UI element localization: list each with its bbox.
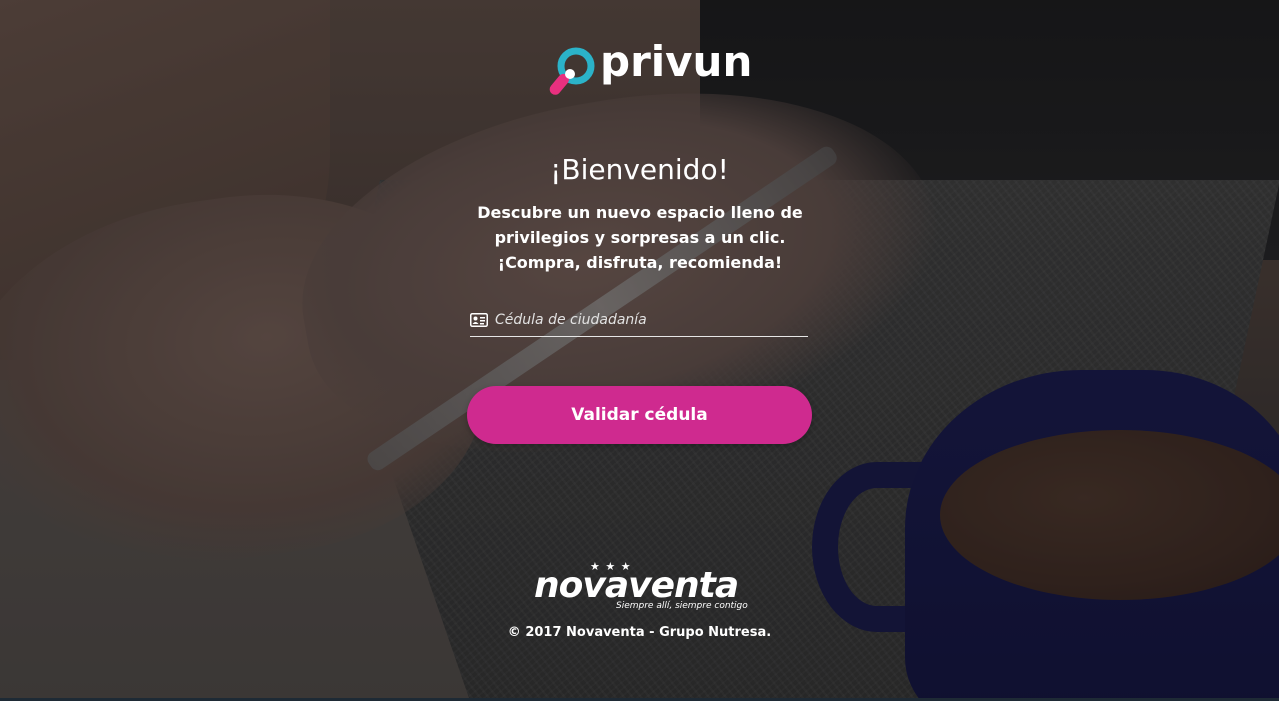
brand-name: privun <box>600 37 753 86</box>
novaventa-tagline: Siempre allí, siempre contigo <box>616 601 748 611</box>
welcome-line: Descubre un nuevo espacio lleno de <box>477 203 803 222</box>
id-number-input[interactable] <box>495 306 805 334</box>
privun-logo: privun <box>548 37 752 96</box>
validate-id-button[interactable]: Validar cédula <box>467 386 812 444</box>
novaventa-logo: ★ ★ ★ novaventa Siempre allí, siempre co… <box>530 560 750 616</box>
welcome-line: ¡Compra, disfruta, recomienda! <box>497 253 783 272</box>
copyright-text: © 2017 Novaventa - Grupo Nutresa. <box>507 625 772 640</box>
id-number-field <box>470 306 808 337</box>
login-content: privun ¡Bienvenido! Descubre un nuevo es… <box>0 0 1279 701</box>
welcome-title: ¡Bienvenido! <box>550 153 729 186</box>
welcome-description: Descubre un nuevo espacio lleno de privi… <box>440 200 840 275</box>
id-card-icon <box>470 313 488 327</box>
welcome-line: privilegios y sorpresas a un clic. <box>494 228 786 247</box>
login-page: privun ¡Bienvenido! Descubre un nuevo es… <box>0 0 1279 701</box>
novaventa-wordmark: novaventa <box>534 565 739 606</box>
privun-logo-mark-icon <box>549 47 595 95</box>
